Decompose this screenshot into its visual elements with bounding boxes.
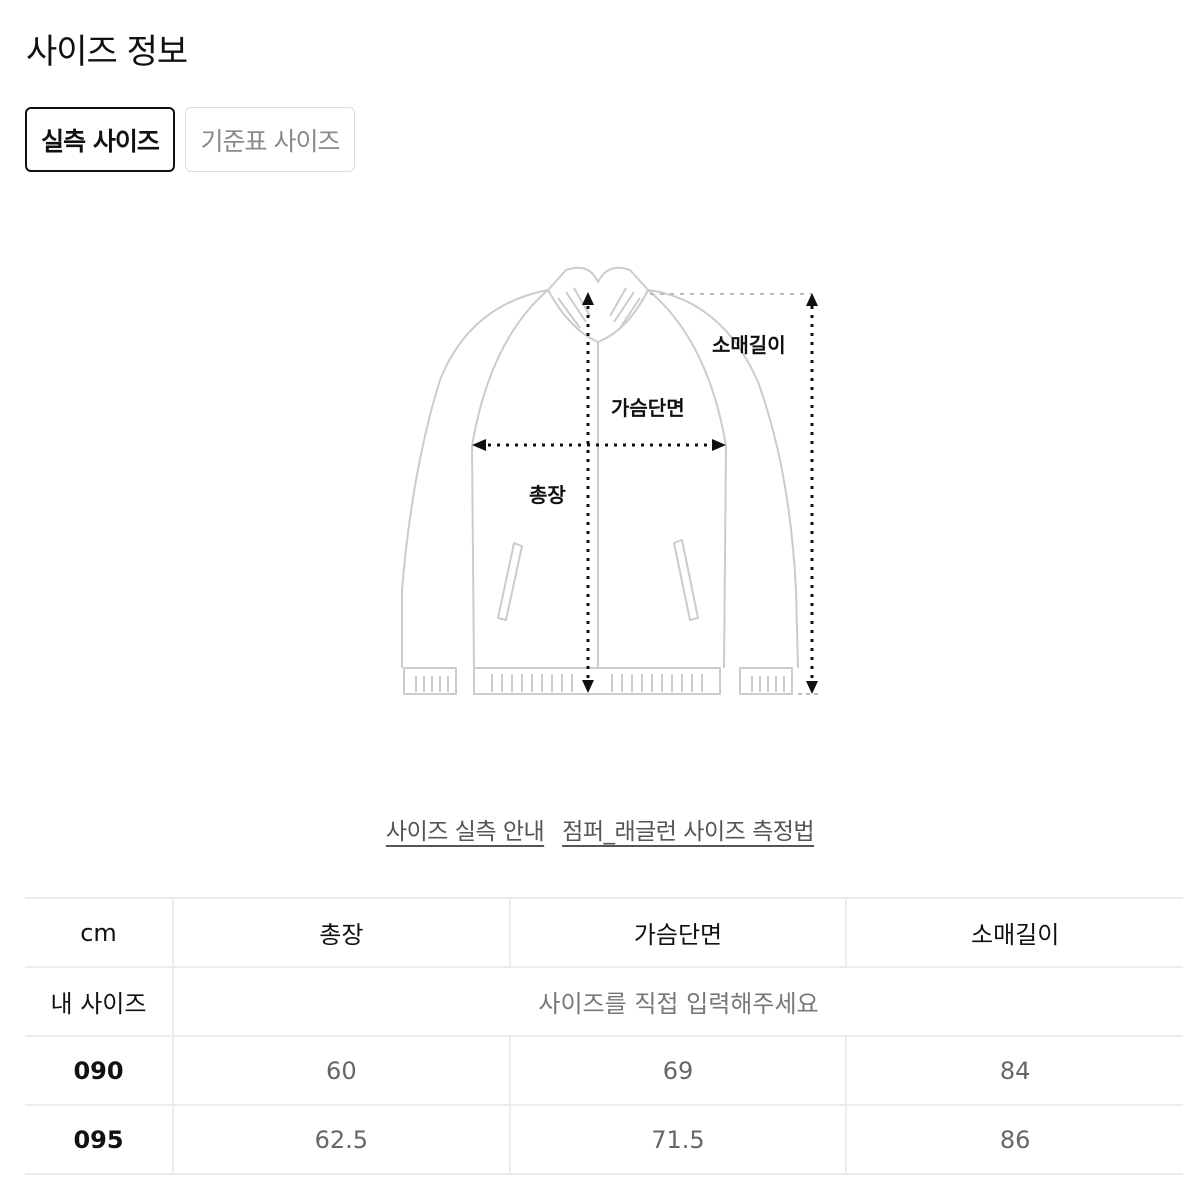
table-cell: 69 [508,1035,847,1106]
guide-links: 사이즈 실측 안내 점퍼_래글런 사이즈 측정법 [0,812,1200,846]
table-row: 095 62.5 71.5 86 [25,1104,1183,1175]
table-cell: 84 [845,1035,1183,1106]
sleeve-length-label: 소매길이 [712,333,786,357]
column-header: 총장 [172,897,510,968]
my-size-input[interactable]: 사이즈를 직접 입력해주세요 [172,966,1183,1037]
unit-header: cm [25,897,173,968]
size-guide-link[interactable]: 사이즈 실측 안내 [386,812,545,846]
my-size-row: 내 사이즈 사이즈를 직접 입력해주세요 [25,966,1183,1037]
table-cell: 71.5 [508,1104,847,1175]
tab-measured-size[interactable]: 실측 사이즈 [25,107,175,172]
table-cell: 86 [845,1104,1183,1175]
measure-lines [488,306,814,682]
table-cell: 60 [172,1035,510,1106]
chest-width-label: 가슴단면 [611,396,685,420]
size-label: 090 [25,1035,173,1106]
ribbing [415,287,785,692]
tab-standard-size[interactable]: 기준표 사이즈 [185,107,355,172]
my-size-label: 내 사이즈 [25,966,173,1037]
total-length-label: 총장 [529,483,566,507]
table-header-row: cm 총장 가슴단면 소매길이 [25,897,1183,968]
jacket-outline [401,266,799,695]
measure-method-link[interactable]: 점퍼_래글런 사이즈 측정법 [562,812,814,846]
table-cell: 62.5 [172,1104,510,1175]
column-header: 가슴단면 [508,897,847,968]
size-label: 095 [25,1104,173,1175]
page-title: 사이즈 정보 [26,32,188,72]
size-tabs: 실측 사이즈 기준표 사이즈 [25,107,355,172]
arrowheads [472,292,818,694]
column-header: 소매길이 [845,897,1183,968]
table-row: 090 60 69 84 [25,1035,1183,1106]
size-table: cm 총장 가슴단면 소매길이 내 사이즈 사이즈를 직접 입력해주세요 090… [25,897,1183,1175]
